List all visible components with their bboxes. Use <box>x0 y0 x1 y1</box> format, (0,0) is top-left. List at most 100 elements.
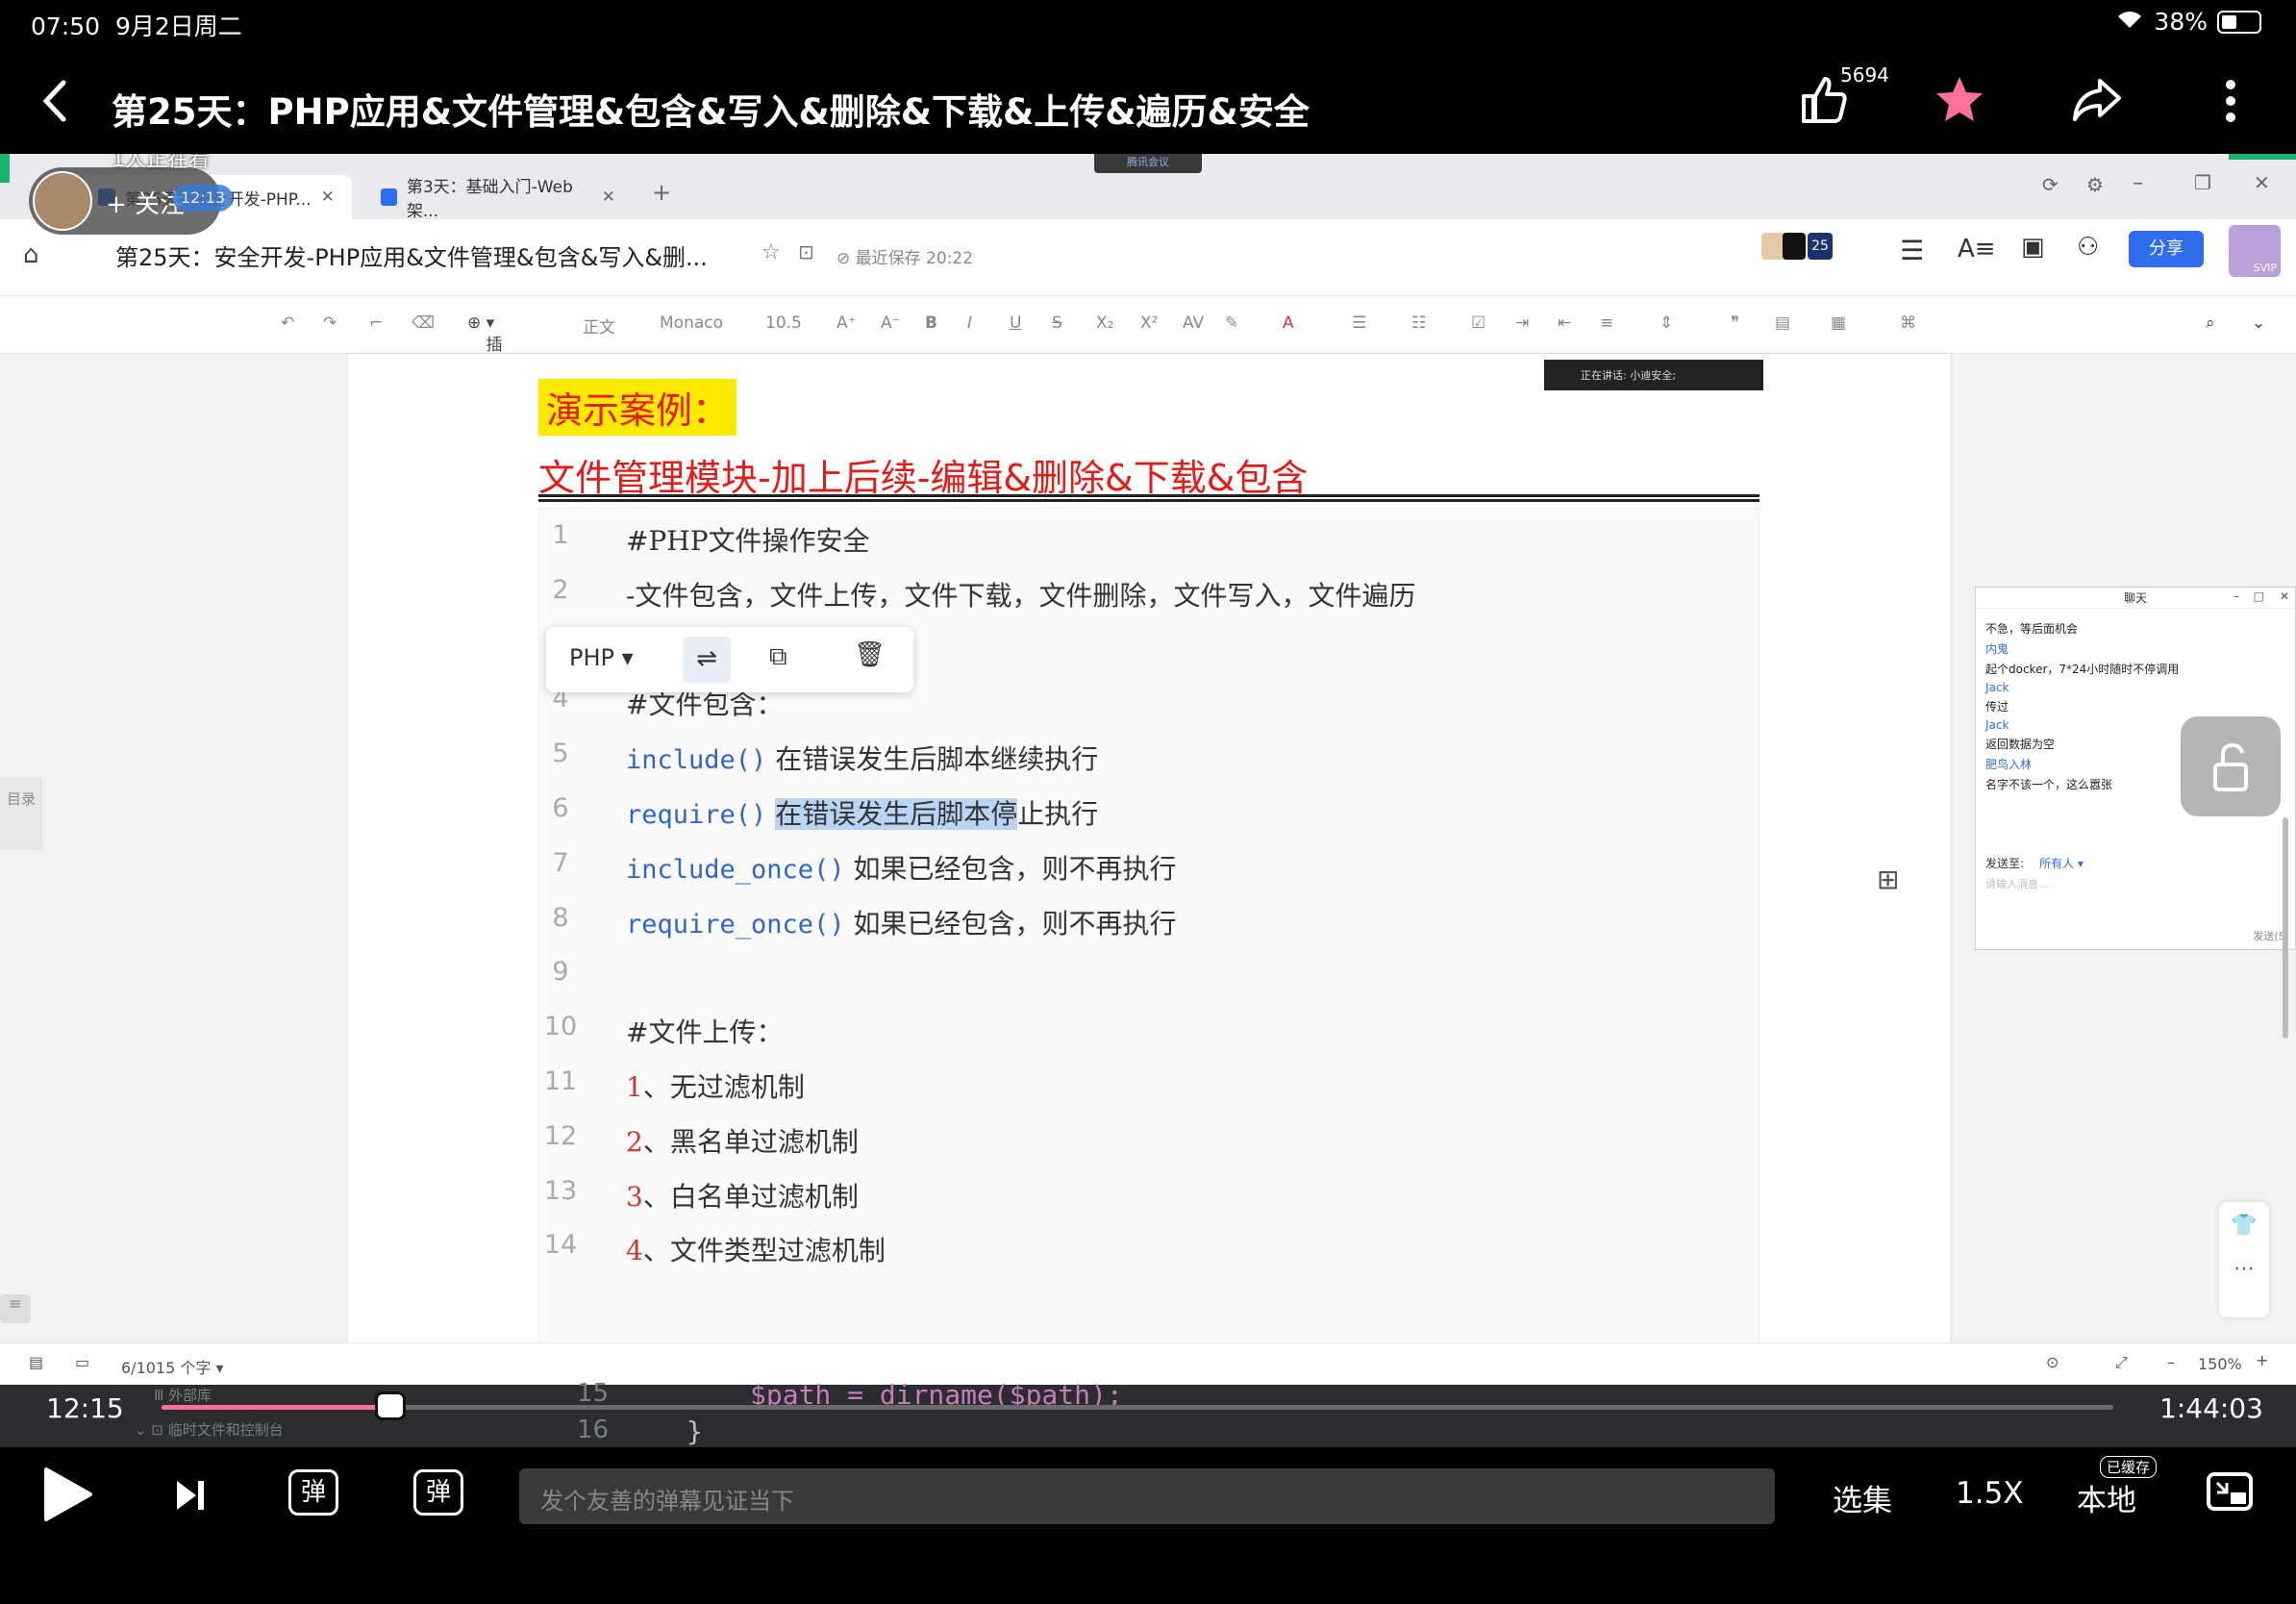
speed-button[interactable]: 1.5X <box>1956 1476 2024 1511</box>
settings-icon[interactable]: ⚙ <box>2086 173 2104 196</box>
language-select[interactable]: PHP ▾ <box>569 644 634 671</box>
code-line[interactable]: 2 -文件包含，文件上传，文件下载，文件删除，文件写入，文件遍历 <box>539 575 1760 629</box>
shirt-icon[interactable]: 👕 <box>2219 1214 2269 1238</box>
progress-bar[interactable] <box>162 1391 2113 1420</box>
menu-icon[interactable]: ☰ <box>1900 235 1924 266</box>
danmu-toggle-icon[interactable]: 弹 <box>288 1469 338 1516</box>
home-icon[interactable]: ⌂ <box>23 240 39 269</box>
insert-table-icon[interactable]: ▦ <box>1831 313 1846 333</box>
copy-icon[interactable]: ⧉ <box>769 642 787 672</box>
line-spacing-icon[interactable]: ⇕ <box>1660 313 1673 333</box>
more-icon[interactable]: ⋯ <box>2219 1257 2269 1281</box>
side-menu-icon[interactable]: ≡ <box>0 1294 31 1323</box>
video-frame[interactable]: 第25天 - 安全开发-PHP... ✕ 第3天：基础入门-Web架... ✕ … <box>0 154 2296 1447</box>
pip-icon[interactable] <box>2206 1471 2254 1517</box>
add-comment-icon[interactable]: ⊞ <box>1877 864 1899 895</box>
eraser-icon[interactable]: ⌫ <box>412 313 435 333</box>
word-count[interactable]: 6/1015 个字 ▾ <box>121 1355 224 1378</box>
play-mode-icon[interactable]: ⊙ <box>2046 1353 2059 1371</box>
minimize-icon[interactable]: – <box>2133 171 2143 195</box>
share-icon[interactable] <box>2069 73 2123 131</box>
fullscreen-icon[interactable]: ⤢ <box>2115 1353 2128 1372</box>
episodes-button[interactable]: 选集 <box>1833 1476 1892 1519</box>
uploader-avatar[interactable] <box>33 171 92 231</box>
char-spacing-icon[interactable]: AV <box>1183 313 1204 333</box>
font-shrink-icon[interactable]: A⁻ <box>881 313 901 333</box>
danmu-settings-icon[interactable]: 弹 <box>413 1469 463 1516</box>
code-line[interactable]: 14 4、文件类型过滤机制 <box>539 1230 1760 1284</box>
font-color-icon[interactable]: A <box>1283 313 1294 333</box>
vip-avatar[interactable]: SVIP <box>2229 225 2281 277</box>
code-block-icon[interactable]: ▤ <box>1775 313 1790 333</box>
redo-icon[interactable]: ↷ <box>323 313 337 333</box>
code-line[interactable]: 11 1、无过滤机制 <box>539 1066 1760 1120</box>
send-to-select[interactable]: 所有人 ▾ <box>2039 855 2084 871</box>
underline-icon[interactable]: U <box>1010 313 1021 333</box>
zoom-out-icon[interactable]: – <box>2167 1353 2175 1371</box>
chevron-down-icon[interactable]: ⌄ <box>2252 313 2265 333</box>
maximize-icon[interactable]: ❐ <box>2194 171 2211 194</box>
next-icon[interactable] <box>175 1479 206 1516</box>
new-tab-icon[interactable]: + <box>652 179 671 206</box>
bullet-list-icon[interactable]: ☰ <box>1352 313 1366 333</box>
code-line[interactable]: 13 3、白名单过滤机制 <box>539 1176 1760 1230</box>
toc-button[interactable]: 目录 <box>0 777 42 850</box>
outline-icon[interactable]: ▤ <box>29 1353 43 1371</box>
code-line[interactable]: 7 include_once() 如果已经包含，则不再执行 <box>539 848 1760 902</box>
text-style-icon[interactable]: A≡ <box>1958 235 1996 263</box>
browser-tab[interactable]: 第3天：基础入门-Web架... ✕ <box>365 175 631 221</box>
window-close-icon[interactable]: ✕ <box>2254 171 2270 194</box>
outdent-icon[interactable]: ⇤ <box>1558 313 1571 333</box>
format-painter-icon[interactable]: ⌐ <box>369 313 383 333</box>
page-icon[interactable]: ▭ <box>75 1353 89 1371</box>
code-line[interactable]: 6 require() 在错误发生后脚本停止执行 <box>539 793 1760 847</box>
code-line[interactable]: 12 2、黑名单过滤机制 <box>539 1121 1760 1175</box>
code-line[interactable]: 5 include() 在错误发生后脚本继续执行 <box>539 739 1760 792</box>
italic-icon[interactable]: I <box>967 313 972 333</box>
zoom-level[interactable]: 150% <box>2198 1355 2242 1373</box>
align-icon[interactable]: ≡ <box>1600 313 1613 333</box>
indent-icon[interactable]: ⇥ <box>1515 313 1529 333</box>
back-icon[interactable] <box>38 79 71 127</box>
strikethrough-icon[interactable]: S <box>1052 313 1062 333</box>
quote-icon[interactable]: ❞ <box>1731 313 1739 333</box>
checklist-icon[interactable]: ☑ <box>1471 313 1485 333</box>
search-icon[interactable]: ⌕ <box>2206 313 2215 333</box>
collaborators-icon[interactable]: ⚇ <box>2077 233 2099 262</box>
scrollbar[interactable] <box>2283 817 2288 1039</box>
code-line[interactable]: 10 #文件上传： <box>539 1012 1760 1065</box>
font-size-select[interactable]: 10.5 <box>765 313 802 333</box>
numbered-list-icon[interactable]: ☷ <box>1411 313 1426 333</box>
delete-icon[interactable]: 🗑 <box>854 640 886 669</box>
superscript-icon[interactable]: X² <box>1140 313 1158 333</box>
close-icon[interactable]: ✕ <box>321 188 335 207</box>
screen-lock-button[interactable] <box>2181 716 2281 816</box>
refresh-icon[interactable]: ⟳ <box>2042 173 2059 196</box>
subscript-icon[interactable]: X₂ <box>1096 313 1113 333</box>
danmu-input[interactable]: 发个友善的弹幕见证当下 <box>519 1468 1775 1524</box>
share-button[interactable]: 分享 <box>2129 231 2204 267</box>
paragraph-style[interactable]: 正文 <box>583 313 615 338</box>
plugin-icon[interactable]: ⌘ <box>1900 313 1916 333</box>
play-button[interactable] <box>40 1466 94 1527</box>
favorite-star-icon[interactable] <box>1933 73 1986 131</box>
move-icon[interactable]: ⊡ <box>798 240 814 263</box>
more-icon[interactable] <box>2225 79 2236 127</box>
local-button[interactable]: 本地 <box>2077 1476 2136 1519</box>
wrap-icon[interactable]: ⇌ <box>683 637 731 683</box>
highlight-icon[interactable]: ✎ <box>1225 313 1238 333</box>
star-icon[interactable]: ☆ <box>761 240 781 264</box>
font-select[interactable]: Monaco <box>660 313 723 333</box>
close-icon[interactable]: ✕ <box>2280 589 2289 603</box>
present-icon[interactable]: ▣ <box>2021 233 2045 262</box>
undo-icon[interactable]: ↶ <box>281 313 294 333</box>
zoom-in-icon[interactable]: + <box>2256 1351 2268 1369</box>
insert-menu[interactable]: ⊕ 插入 ▾ <box>467 313 503 379</box>
font-grow-icon[interactable]: A⁺ <box>836 313 857 333</box>
code-line[interactable]: 1 #PHP文件操作安全 <box>539 520 1760 574</box>
maximize-icon[interactable]: □ <box>2254 589 2264 603</box>
minimize-icon[interactable]: – <box>2234 589 2239 603</box>
bold-icon[interactable]: B <box>925 313 937 333</box>
code-line[interactable]: 8 require_once() 如果已经包含，则不再执行 <box>539 903 1760 957</box>
progress-handle[interactable] <box>374 1391 406 1420</box>
